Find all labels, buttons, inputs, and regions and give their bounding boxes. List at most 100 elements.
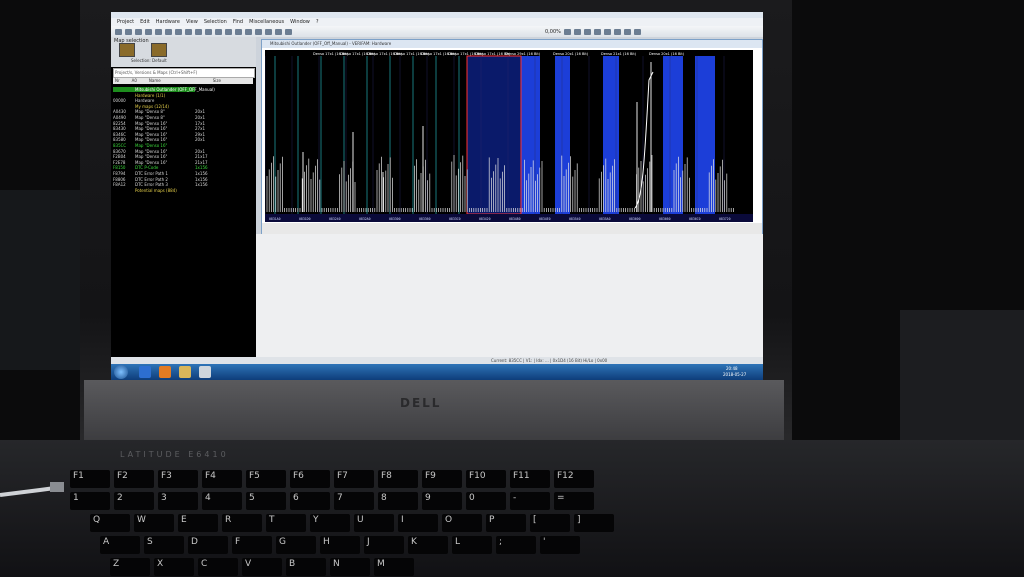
- tree-item[interactable]: 00000 Hardware: [113, 98, 195, 103]
- menu-find[interactable]: Find: [233, 18, 243, 26]
- toolbar-button[interactable]: [235, 28, 242, 35]
- toolbar-button[interactable]: [633, 28, 641, 35]
- menu-hardware[interactable]: Hardware: [156, 18, 180, 26]
- toolbar-button[interactable]: [285, 28, 292, 35]
- toolbar: 0,00%: [111, 26, 763, 37]
- laptop-screen: Project Edit Hardware View Selection Fin…: [111, 12, 763, 380]
- key: O: [442, 514, 482, 532]
- laptop-model-label: LATITUDE E6410: [120, 450, 229, 459]
- tree-item[interactable]: 8346C Map "Denso 16" 29x1: [113, 132, 205, 137]
- key: U: [354, 514, 394, 532]
- key: F: [232, 536, 272, 554]
- clock-time[interactable]: 20:48: [726, 366, 738, 371]
- toolbar-button[interactable]: [155, 28, 162, 35]
- tree-item-name: DTC Error Path 3: [135, 182, 168, 188]
- tree-item[interactable]: F8794 DTC Error Path 1 1x156: [113, 171, 208, 176]
- address-tick-label: 083240: [329, 217, 341, 221]
- toolbar-button[interactable]: [275, 28, 282, 35]
- tree-item-size: 1x156: [195, 171, 208, 176]
- toolbar-button[interactable]: [125, 28, 132, 35]
- winols-taskbar-icon[interactable]: [199, 366, 211, 378]
- toolbar-button[interactable]: [623, 28, 631, 35]
- key: I: [398, 514, 438, 532]
- address-tick-label: 083660: [659, 217, 671, 221]
- toolbar-button[interactable]: [175, 28, 182, 35]
- tree-item[interactable]: F2E78 Map "Denso 16" 21x17: [113, 160, 208, 165]
- tree-item[interactable]: 82254 Map "Denso 16" 17x1: [113, 121, 205, 126]
- tree-item[interactable]: 83430 Map "Denso 16" 27x1: [113, 126, 205, 131]
- tree-item[interactable]: 83580 Map "Denso 16" 20x1: [113, 137, 205, 142]
- toolbar-button[interactable]: [185, 28, 192, 35]
- toolbar-button[interactable]: [205, 28, 212, 35]
- key: 9: [422, 492, 462, 510]
- usb-cable: [0, 482, 64, 497]
- menu-miscellaneous[interactable]: Miscellaneous: [249, 18, 284, 26]
- column-header[interactable]: Name: [149, 78, 161, 84]
- toolbar-button[interactable]: [573, 28, 581, 35]
- toolbar-button[interactable]: [563, 28, 571, 35]
- toolbar-button[interactable]: [145, 28, 152, 35]
- tree-item[interactable]: Hardware (1/1): [113, 93, 195, 98]
- windows-taskbar: 20:48 2018-05-27: [111, 364, 763, 380]
- menu-project[interactable]: Project: [117, 18, 134, 26]
- address-tick-label: 083600: [629, 217, 641, 221]
- toolbar-button[interactable]: [583, 28, 591, 35]
- key: Q: [90, 514, 130, 532]
- menu-view[interactable]: View: [186, 18, 198, 26]
- menu-window[interactable]: Window: [290, 18, 310, 26]
- toolbar-button[interactable]: [165, 28, 172, 35]
- address-tick-label: 0832A0: [359, 217, 371, 221]
- column-header[interactable]: A0: [132, 78, 137, 84]
- tree-item[interactable]: 835CC Map "Denso 16": [113, 143, 195, 148]
- menu-help[interactable]: ?: [316, 18, 319, 26]
- tree-item[interactable]: A0430 Map "Denso 8" 20x1: [113, 109, 205, 114]
- tree-item[interactable]: F2B04 Map "Denso 16" 21x17: [113, 154, 208, 159]
- ie-icon[interactable]: [139, 366, 151, 378]
- tree-item[interactable]: Mitsubishi Outlander (OFF_OFF_Manual): [113, 87, 215, 92]
- key: A: [100, 536, 140, 554]
- tree-item-address: 8346C: [113, 131, 126, 137]
- toolbar-button[interactable]: [245, 28, 252, 35]
- toolbar-button[interactable]: [115, 28, 122, 35]
- tree-item-size: 1x156: [195, 182, 208, 188]
- key: C: [198, 558, 238, 576]
- tree-item-name: Hardware (1/1): [135, 92, 166, 98]
- explorer-icon[interactable]: [179, 366, 191, 378]
- toolbar-button[interactable]: [195, 28, 202, 35]
- tree-item[interactable]: F8A12 DTC Error Path 3 1x156: [113, 182, 208, 187]
- tree-item[interactable]: F8806 DTC Error Path 2 1x156: [113, 177, 208, 182]
- address-tick-label: 083300: [389, 217, 401, 221]
- column-header[interactable]: Size: [213, 78, 221, 84]
- hex-graph-view[interactable]: Denso 17x1 (16 Bit)Denso 17x1 (16 Bit)De…: [265, 50, 753, 222]
- toolbar-button[interactable]: [593, 28, 601, 35]
- address-tick-label: 0831A0: [269, 217, 281, 221]
- toolbar-button[interactable]: [255, 28, 262, 35]
- key: T: [266, 514, 306, 532]
- tree-item-name: Map "Denso 8": [135, 115, 165, 120]
- toolbar-button[interactable]: [135, 28, 142, 35]
- toolbar-button[interactable]: [613, 28, 621, 35]
- tree-item-size: 27x1: [195, 126, 206, 132]
- tree-item[interactable]: Potential maps (884): [113, 188, 195, 193]
- map-window: Mitsubishi Outlander (OFF_Off_Manual) - …: [261, 39, 763, 236]
- folder-icon[interactable]: [119, 43, 135, 57]
- tree-item[interactable]: 83670 Map "Denso 16" 20x1: [113, 149, 205, 154]
- toolbar-button[interactable]: [215, 28, 222, 35]
- folder-icon[interactable]: [151, 43, 167, 57]
- tree-item[interactable]: F8150 DTC P-Code 1x156: [113, 165, 208, 170]
- key: F7: [334, 470, 374, 488]
- map-header-label: Denso 20x1 (16 Bit): [553, 52, 589, 56]
- toolbar-button[interactable]: [265, 28, 272, 35]
- tree-item[interactable]: A0490 Map "Denso 8" 20x1: [113, 115, 205, 120]
- key: 8: [378, 492, 418, 510]
- key: F8: [378, 470, 418, 488]
- toolbar-button[interactable]: [225, 28, 232, 35]
- toolbar-button[interactable]: [603, 28, 611, 35]
- column-header[interactable]: Nr: [115, 78, 120, 84]
- menu-edit[interactable]: Edit: [140, 18, 150, 26]
- clock-date[interactable]: 2018-05-27: [723, 372, 746, 377]
- tree-item[interactable]: My maps (12/14): [113, 104, 195, 109]
- menu-selection[interactable]: Selection: [204, 18, 227, 26]
- start-button[interactable]: [114, 365, 128, 379]
- firefox-icon[interactable]: [159, 366, 171, 378]
